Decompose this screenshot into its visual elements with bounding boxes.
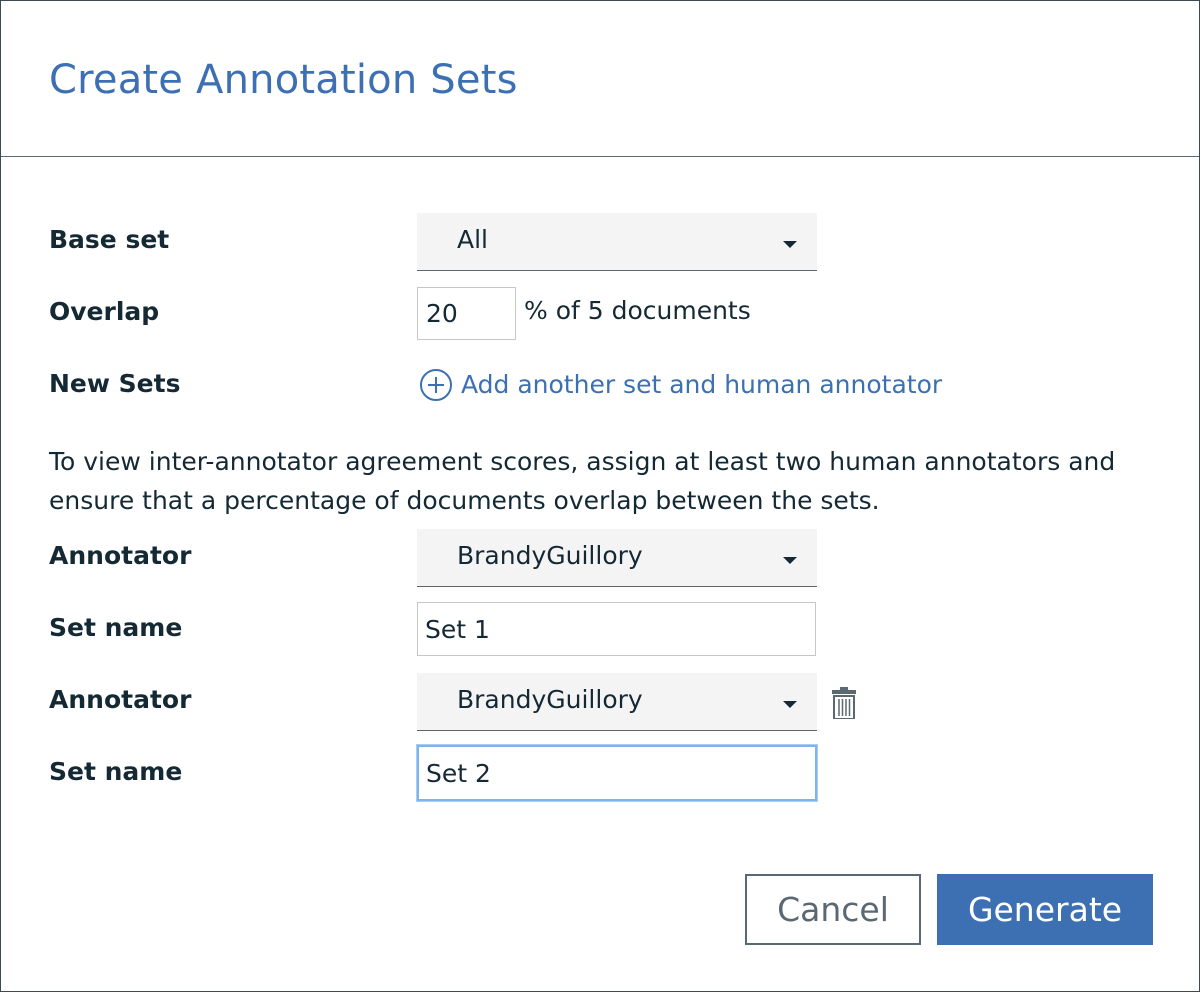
plus-circle-icon <box>420 369 452 401</box>
annotator-1-select[interactable]: BrandyGuillory <box>417 529 817 587</box>
base-set-select[interactable]: All <box>417 213 817 271</box>
trash-icon[interactable] <box>832 687 856 719</box>
set-name-2-label: Set name <box>49 757 183 786</box>
caret-down-icon <box>783 241 797 248</box>
base-set-value: All <box>457 225 488 254</box>
overlap-input[interactable] <box>417 287 516 340</box>
set-name-2-input[interactable] <box>417 745 817 801</box>
set-name-1-label: Set name <box>49 613 183 642</box>
annotator-2-label: Annotator <box>49 685 192 714</box>
caret-down-icon <box>783 557 797 564</box>
agreement-info-text: To view inter-annotator agreement scores… <box>49 447 1116 515</box>
create-annotation-sets-dialog: Create Annotation Sets Base set All Over… <box>0 0 1200 992</box>
overlap-suffix: % of 5 documents <box>524 296 751 325</box>
dialog-header: Create Annotation Sets <box>1 1 1199 157</box>
generate-button[interactable]: Generate <box>937 874 1153 945</box>
overlap-label: Overlap <box>49 297 160 326</box>
annotator-1-value: BrandyGuillory <box>457 541 643 570</box>
caret-down-icon <box>783 701 797 708</box>
base-set-label: Base set <box>49 225 170 254</box>
set-name-1-input[interactable] <box>417 602 816 656</box>
add-set-link[interactable]: Add another set and human annotator <box>419 367 942 403</box>
annotator-2-select[interactable]: BrandyGuillory <box>417 673 817 731</box>
cancel-button[interactable]: Cancel <box>745 874 921 945</box>
new-sets-label: New Sets <box>49 369 181 398</box>
annotator-2-value: BrandyGuillory <box>457 685 643 714</box>
annotator-1-label: Annotator <box>49 541 192 570</box>
add-set-link-text: Add another set and human annotator <box>461 370 943 399</box>
dialog-title: Create Annotation Sets <box>49 57 518 103</box>
